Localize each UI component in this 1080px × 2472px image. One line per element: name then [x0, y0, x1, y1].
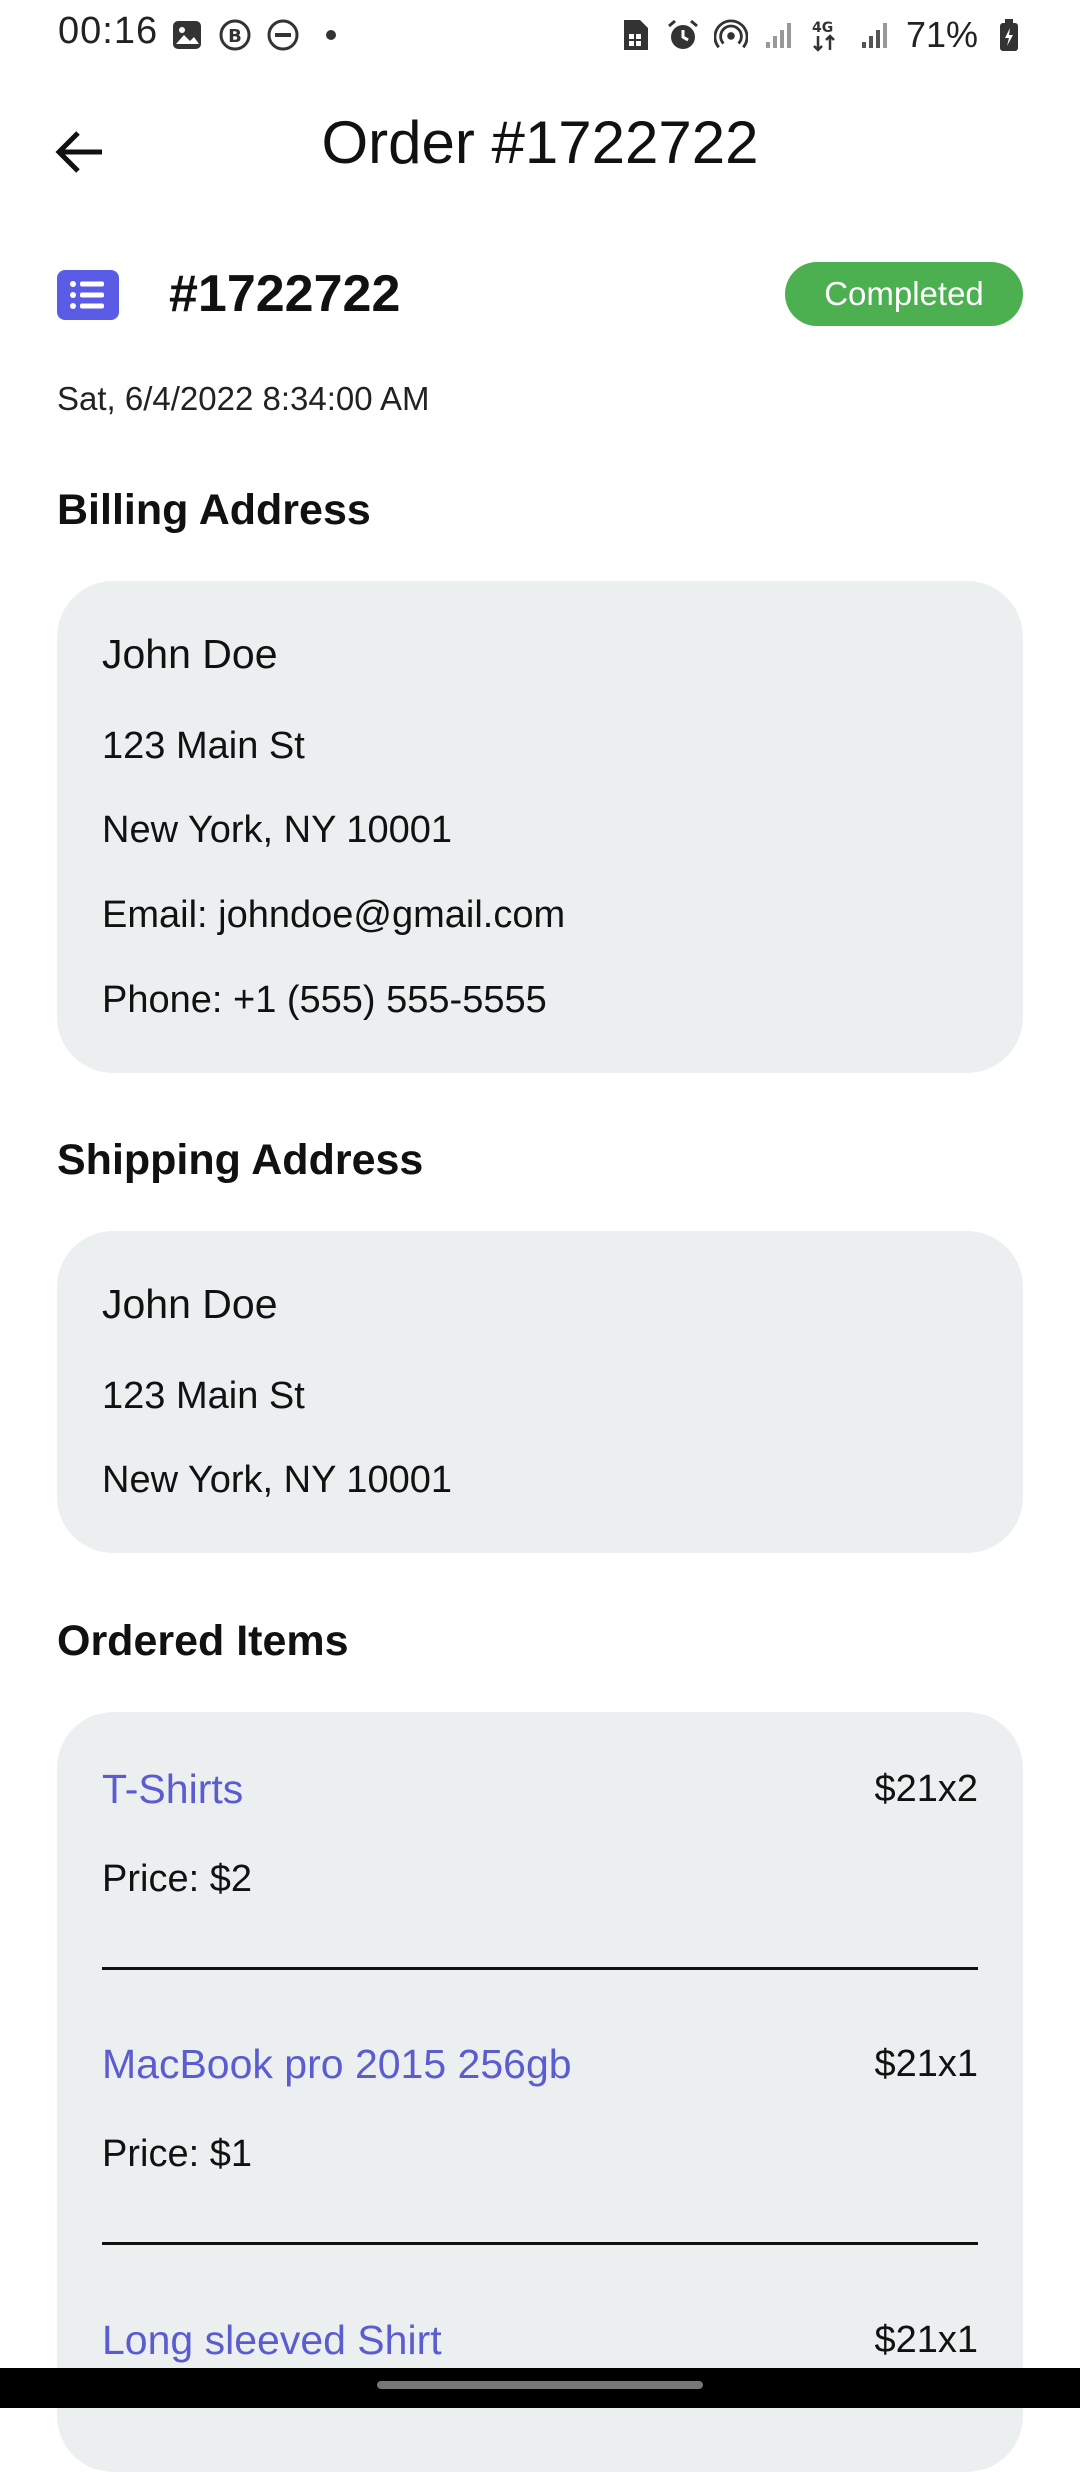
item-quantity: $21x2 — [874, 1768, 978, 1810]
status-left-icons: B — [170, 18, 336, 52]
system-nav-bar — [0, 2368, 1080, 2408]
item-divider — [102, 2242, 978, 2245]
svg-text:4G: 4G — [812, 20, 833, 36]
alarm-icon — [666, 18, 700, 52]
ordered-items-title: Ordered Items — [57, 1617, 349, 1665]
gallery-icon — [170, 18, 204, 52]
list-icon — [57, 270, 119, 320]
shipping-address-title: Shipping Address — [57, 1136, 424, 1184]
battery-icon — [992, 18, 1026, 52]
billing-phone: Phone: +1 (555) 555-5555 — [102, 979, 547, 1021]
shipping-address-card: John Doe 123 Main St New York, NY 10001 — [57, 1231, 1023, 1553]
item-price: Price: $1 — [102, 2133, 252, 2175]
shipping-city: New York, NY 10001 — [102, 1459, 452, 1501]
order-summary: #1722722 Completed — [57, 262, 1023, 326]
order-date: Sat, 6/4/2022 8:34:00 AM — [57, 380, 430, 417]
notification-dot-icon — [326, 30, 336, 40]
shipping-street: 123 Main St — [102, 1375, 305, 1417]
signal-4g-icon: 4G — [810, 18, 844, 52]
billing-city: New York, NY 10001 — [102, 809, 452, 851]
item-name-link[interactable]: Long sleeved Shirt — [102, 2317, 442, 2364]
billing-street: 123 Main St — [102, 725, 305, 767]
billing-address-title: Billing Address — [57, 486, 371, 534]
item-name-link[interactable]: MacBook pro 2015 256gb — [102, 2041, 572, 2088]
battery-percent: 71% — [905, 14, 978, 55]
dnd-icon — [266, 18, 300, 52]
hotspot-icon — [713, 18, 748, 52]
billing-address-card: John Doe 123 Main St New York, NY 10001 … — [57, 581, 1023, 1073]
shipping-name: John Doe — [102, 1281, 278, 1327]
status-time: 00:16 — [58, 10, 159, 52]
home-gesture-handle[interactable] — [377, 2381, 703, 2389]
item-quantity: $21x1 — [874, 2043, 978, 2085]
signal-bars-icon — [858, 18, 892, 52]
item-quantity: $21x1 — [874, 2319, 978, 2361]
app-header: Order #1722722 — [0, 100, 1080, 200]
ordered-items-card: T-Shirts $21x2 Price: $2 MacBook pro 201… — [57, 1712, 1023, 2472]
sim-icon — [618, 18, 652, 52]
signal-icon — [762, 18, 796, 52]
svg-text:B: B — [228, 26, 242, 47]
order-number: #1722722 — [169, 265, 401, 323]
status-bar: 00:16 B 4G 71% — [0, 0, 1080, 72]
page-title: Order #1722722 — [321, 109, 759, 176]
b-icon: B — [218, 18, 252, 52]
status-right-icons: 4G 71% — [618, 14, 1026, 56]
item-name-link[interactable]: T-Shirts — [102, 1766, 243, 1813]
status-badge: Completed — [785, 262, 1023, 326]
billing-name: John Doe — [102, 631, 278, 677]
item-divider — [102, 1967, 978, 1970]
billing-email: Email: johndoe@gmail.com — [102, 894, 566, 936]
item-price: Price: $2 — [102, 1858, 252, 1900]
